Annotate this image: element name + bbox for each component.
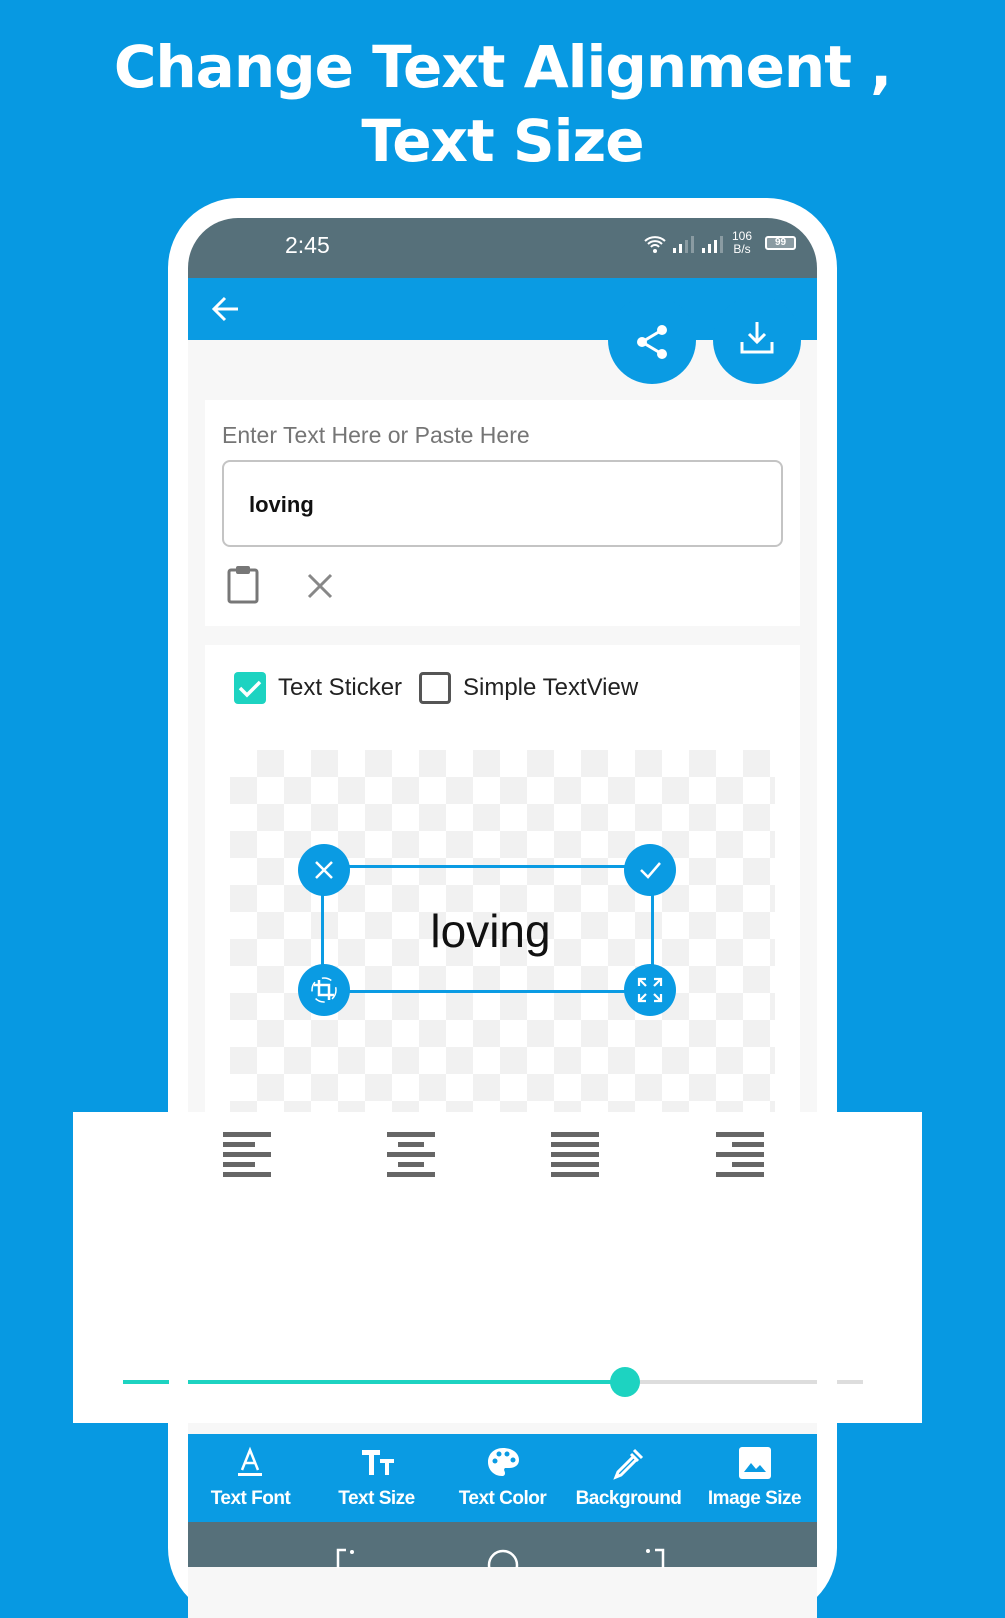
clipboard-icon[interactable]: [226, 564, 260, 604]
tool-label: Text Color: [458, 1488, 547, 1509]
share-button[interactable]: [608, 296, 696, 384]
recents-icon[interactable]: [334, 1548, 362, 1568]
simple-textview-checkbox[interactable]: [419, 672, 451, 704]
tool-image-size[interactable]: Image Size: [692, 1434, 817, 1522]
download-icon: [740, 322, 774, 354]
system-nav-bar: [188, 1522, 817, 1568]
text-sticker-checkbox[interactable]: [234, 672, 266, 704]
text-input[interactable]: loving: [222, 460, 783, 547]
bottom-toolbar: Text Font Text Size Text Color Backgroun…: [188, 1434, 817, 1522]
sticker-canvas: loving: [230, 750, 775, 1150]
expand-icon: [637, 977, 663, 1003]
wifi-icon: [644, 236, 666, 253]
alignment-size-panel: [73, 1112, 922, 1423]
image-icon: [739, 1447, 771, 1479]
rotate-sticker-button[interactable]: [298, 964, 350, 1016]
check-icon: [238, 680, 262, 698]
align-left-button[interactable]: [223, 1132, 271, 1182]
tool-background[interactable]: Background: [566, 1434, 691, 1522]
confirm-sticker-button[interactable]: [624, 844, 676, 896]
slider-right-segment: [837, 1380, 863, 1384]
tool-text-font[interactable]: Text Font: [188, 1434, 313, 1522]
text-font-icon: [238, 1446, 262, 1476]
check-icon: [640, 862, 661, 879]
arrow-left-icon[interactable]: [210, 294, 242, 324]
slider-left-segment: [123, 1380, 169, 1384]
tool-text-size[interactable]: Text Size: [314, 1434, 439, 1522]
close-icon: [315, 861, 333, 879]
home-icon[interactable]: [486, 1548, 520, 1568]
slider-fill: [188, 1380, 626, 1384]
tool-label: Text Font: [210, 1488, 291, 1509]
status-bar: 2:45 106 B/s 99: [188, 218, 817, 278]
eyedropper-icon: [613, 1448, 644, 1480]
text-size-icon: [362, 1450, 394, 1475]
delete-sticker-button[interactable]: [298, 844, 350, 896]
align-right-button[interactable]: [716, 1132, 764, 1182]
tool-label: Text Size: [338, 1488, 415, 1509]
text-size-slider[interactable]: [188, 1367, 817, 1397]
align-justify-button[interactable]: [551, 1132, 599, 1182]
text-sticker-label: Text Sticker: [278, 674, 403, 701]
download-button[interactable]: [713, 296, 801, 384]
tool-text-color[interactable]: Text Color: [440, 1434, 565, 1522]
sticker-text: loving: [430, 905, 551, 957]
headline: Change Text Alignment , Text Size: [113, 33, 892, 175]
simple-textview-label: Simple TextView: [463, 674, 639, 701]
align-center-button[interactable]: [387, 1132, 435, 1182]
battery-level: 99: [774, 237, 787, 248]
back-nav-icon[interactable]: [643, 1548, 671, 1568]
palette-icon: [488, 1448, 519, 1476]
tool-label: Background: [575, 1488, 682, 1509]
resize-sticker-button[interactable]: [624, 964, 676, 1016]
text-sticker[interactable]: loving: [321, 865, 654, 993]
rotate-icon: [311, 977, 337, 1003]
net-speed-unit: B/s: [733, 242, 751, 256]
status-time: 2:45: [285, 232, 330, 258]
input-label: Enter Text Here or Paste Here: [222, 422, 530, 448]
battery-icon: 99: [765, 236, 796, 250]
close-icon[interactable]: [306, 572, 334, 600]
tool-label: Image Size: [707, 1488, 802, 1509]
signal-icon: [673, 236, 723, 253]
share-icon: [637, 325, 667, 359]
slider-thumb[interactable]: [610, 1367, 641, 1397]
